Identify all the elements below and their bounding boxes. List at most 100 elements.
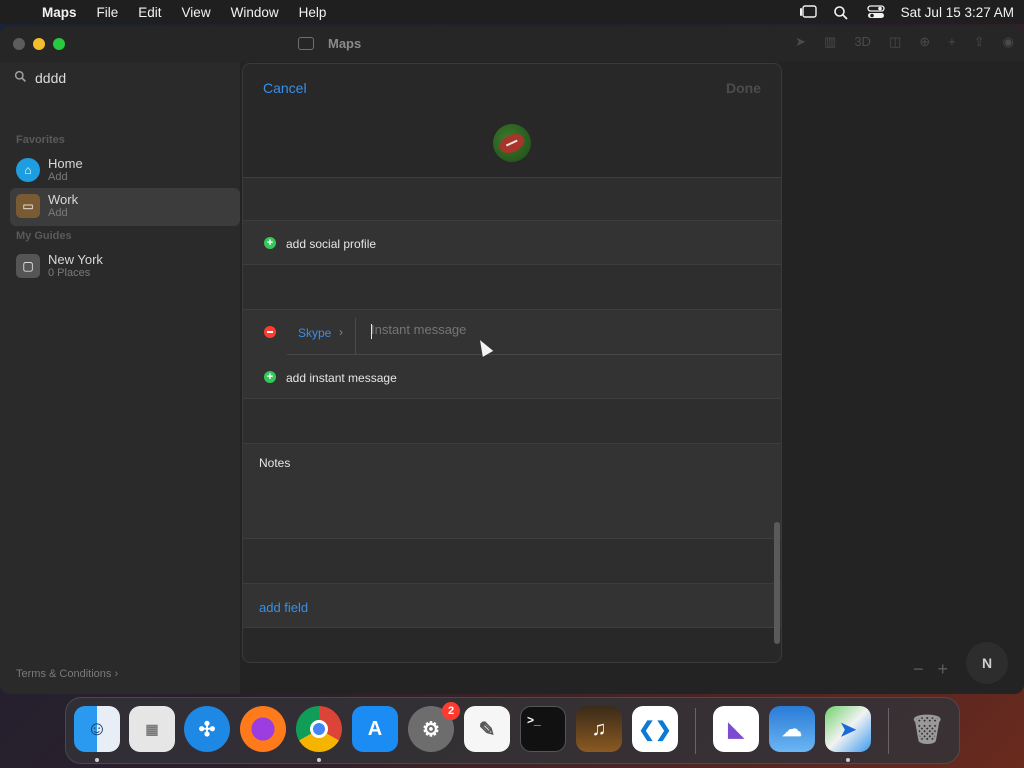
dock-separator (888, 708, 889, 754)
visual-studio-icon[interactable]: ◣ (713, 706, 759, 752)
app-store-icon[interactable]: A (352, 706, 398, 752)
add-field-row[interactable]: add field (243, 583, 781, 628)
trash-icon[interactable]: 🗑 (904, 706, 950, 752)
house-icon: ⌂ (16, 158, 40, 182)
maps-app-icon[interactable]: ➤ (825, 706, 871, 752)
account-icon[interactable]: ◉ (1003, 34, 1014, 50)
favorite-title: Work (48, 192, 79, 207)
look-around-icon[interactable]: ◫ (889, 34, 901, 50)
search-field[interactable]: dddd (14, 66, 240, 90)
favorite-subtitle: Add (48, 171, 68, 183)
dock: ☺ ▦ ✣ A ⚙ 2 ✎ >_ ♫ ❮❯ ◣ ☁ ➤ 🗑 (65, 697, 960, 764)
garageband-icon[interactable]: ♫ (576, 706, 622, 752)
field-divider (355, 318, 356, 354)
favorite-home[interactable]: ⌂ Home Add (10, 152, 240, 190)
compass-button[interactable]: N (966, 642, 1008, 684)
guide-title: New York (48, 252, 103, 267)
firefox-icon[interactable] (240, 706, 286, 752)
menu-help[interactable]: Help (289, 5, 337, 20)
spacer-band (243, 398, 781, 444)
search-icon (14, 70, 27, 86)
terms-label: Terms & Conditions (16, 668, 112, 680)
guide-icon: ▢ (16, 254, 40, 278)
running-indicator (95, 758, 99, 762)
menu-bar: Maps File Edit View Window Help Sat Jul … (0, 0, 1024, 24)
instant-message-input[interactable] (371, 322, 671, 337)
toggle-3d-button[interactable]: 3D (854, 34, 871, 50)
spacer-band (243, 177, 781, 221)
chevron-right-icon: › (339, 325, 343, 339)
system-settings-icon[interactable]: ⚙ 2 (408, 702, 460, 752)
favorites-section-label: Favorites (16, 134, 65, 146)
contact-edit-sheet: Cancel Done + add social profile Skype ›… (242, 63, 782, 663)
location-arrow-icon[interactable]: ➤ (795, 34, 806, 50)
sidebar-toggle-icon[interactable] (298, 37, 314, 50)
row-separator (287, 354, 781, 355)
add-instant-message-icon[interactable]: + (264, 371, 276, 383)
briefcase-icon: ▭ (16, 194, 40, 218)
terminal-icon[interactable]: >_ (520, 706, 566, 752)
social-profile-row[interactable]: + add social profile (243, 220, 781, 265)
cancel-button[interactable]: Cancel (263, 80, 307, 96)
window-title: Maps (328, 36, 362, 51)
finder-icon[interactable]: ☺ (74, 706, 120, 752)
zoom-icon[interactable]: ⊕ (919, 34, 930, 50)
add-icon[interactable]: + (948, 34, 956, 50)
sidebar: dddd Favorites ⌂ Home Add ▭ Work Add My … (0, 62, 240, 694)
menu-window[interactable]: Window (221, 5, 289, 20)
terms-link[interactable]: Terms & Conditions › (16, 668, 118, 680)
menu-app-name[interactable]: Maps (40, 5, 87, 20)
safari-icon[interactable]: ✣ (184, 706, 230, 752)
title-bar: Maps ➤ ▥ 3D ◫ ⊕ + ⇪ ◉ (0, 26, 1024, 62)
dock-separator (695, 708, 696, 754)
notes-label: Notes (259, 456, 291, 470)
menu-view[interactable]: View (172, 5, 221, 20)
compass-label: N (981, 655, 993, 671)
im-service-selector[interactable]: Skype (298, 326, 331, 340)
search-input[interactable]: dddd (35, 70, 66, 86)
add-instant-message-label[interactable]: add instant message (286, 371, 397, 385)
sheet-scrollbar[interactable] (774, 522, 780, 644)
notes-field[interactable]: Notes (243, 443, 781, 539)
zoom-controls: − + (913, 659, 948, 680)
running-indicator (317, 758, 321, 762)
zoom-in-button[interactable]: + (937, 659, 948, 680)
favorite-subtitle: Add (48, 207, 68, 219)
map-toolbar: ➤ ▥ 3D ◫ ⊕ + ⇪ ◉ (795, 34, 1014, 50)
guides-section-label: My Guides (16, 230, 72, 242)
spacer-band (243, 264, 781, 310)
textedit-icon[interactable]: ✎ (464, 706, 510, 752)
chrome-icon[interactable] (296, 706, 342, 752)
spacer-band (243, 538, 781, 584)
close-window-button[interactable] (13, 38, 25, 50)
map-mode-icon[interactable]: ▥ (824, 34, 836, 50)
chevron-right-icon: › (114, 668, 119, 680)
football-icon (496, 129, 528, 157)
favorite-title: Home (48, 156, 83, 171)
remove-instant-message-icon[interactable] (264, 326, 276, 338)
menu-file[interactable]: File (87, 5, 129, 20)
zoom-out-button[interactable]: − (913, 659, 924, 680)
guide-subtitle: 0 Places (48, 267, 91, 279)
contact-avatar[interactable] (493, 124, 531, 162)
control-center-icon[interactable] (867, 5, 885, 19)
launchpad-icon[interactable]: ▦ (129, 706, 175, 752)
add-social-profile-icon[interactable]: + (264, 237, 276, 249)
vscode-icon[interactable]: ❮❯ (632, 706, 678, 752)
running-indicator (846, 758, 850, 762)
stage-manager-icon[interactable] (799, 5, 817, 19)
favorite-work[interactable]: ▭ Work Add (10, 188, 240, 226)
instant-message-section: Skype › + add instant message (243, 309, 781, 399)
done-button[interactable]: Done (726, 80, 761, 96)
spotlight-search-icon[interactable] (833, 5, 851, 20)
notification-badge: 2 (442, 702, 460, 720)
guide-new-york[interactable]: ▢ New York 0 Places (10, 248, 240, 286)
menu-edit[interactable]: Edit (128, 5, 171, 20)
share-icon[interactable]: ⇪ (974, 34, 985, 50)
add-field-button[interactable]: add field (259, 600, 308, 615)
minimize-window-button[interactable] (33, 38, 45, 50)
weather-icon[interactable]: ☁ (769, 706, 815, 752)
menu-clock[interactable]: Sat Jul 15 3:27 AM (901, 5, 1014, 20)
maximize-window-button[interactable] (53, 38, 65, 50)
add-social-profile-label: add social profile (286, 237, 377, 251)
